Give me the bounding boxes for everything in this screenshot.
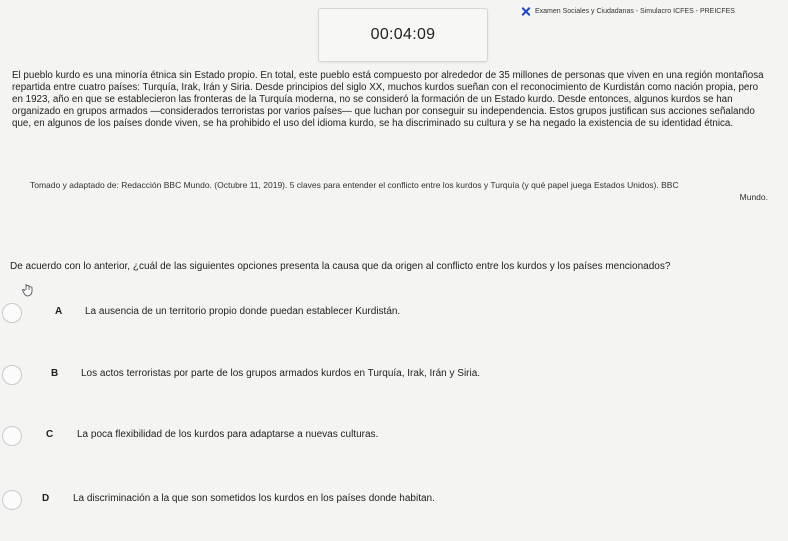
reading-passage: El pueblo kurdo es una minoría étnica si…: [12, 70, 764, 129]
option-c-letter: C: [46, 429, 54, 440]
option-b-text[interactable]: Los actos terroristas por parte de los g…: [81, 368, 480, 379]
option-a-text[interactable]: La ausencia de un territorio propio dond…: [85, 306, 400, 317]
timer-box: 00:04:09: [318, 8, 488, 62]
option-b[interactable]: B Los actos terroristas por parte de los…: [0, 361, 780, 389]
exam-title: Examen Sociales y Ciudadanas - Simulacro…: [535, 8, 735, 15]
option-c[interactable]: C La poca flexibilidad de los kurdos par…: [0, 422, 780, 450]
option-c-radio[interactable]: [2, 426, 22, 446]
option-d-radio[interactable]: [2, 490, 22, 510]
timer-value: 00:04:09: [370, 26, 436, 43]
option-b-letter: B: [51, 368, 59, 379]
top-bar: Examen Sociales y Ciudadanas - Simulacro…: [0, 0, 788, 62]
passage-source: Tomado y adaptado de: Redacción BBC Mund…: [30, 179, 768, 203]
exam-header: Examen Sociales y Ciudadanas - Simulacro…: [520, 6, 735, 17]
option-d-text[interactable]: La discriminación a la que son sometidos…: [73, 493, 435, 504]
hand-pointer-icon: [22, 284, 33, 297]
option-a-letter: A: [55, 306, 63, 317]
question-text: De acuerdo con lo anterior, ¿cuál de las…: [10, 261, 671, 272]
option-a[interactable]: A La ausencia de un territorio propio do…: [0, 299, 780, 327]
close-x-icon[interactable]: [520, 6, 531, 17]
option-d[interactable]: D La discriminación a la que son sometid…: [0, 486, 780, 514]
option-b-radio[interactable]: [2, 365, 22, 385]
option-c-text[interactable]: La poca flexibilidad de los kurdos para …: [77, 429, 378, 440]
option-a-radio[interactable]: [2, 303, 22, 323]
option-d-letter: D: [42, 493, 50, 504]
source-text: Tomado y adaptado de: Redacción BBC Mund…: [30, 180, 679, 190]
source-end: Mundo.: [739, 192, 768, 202]
